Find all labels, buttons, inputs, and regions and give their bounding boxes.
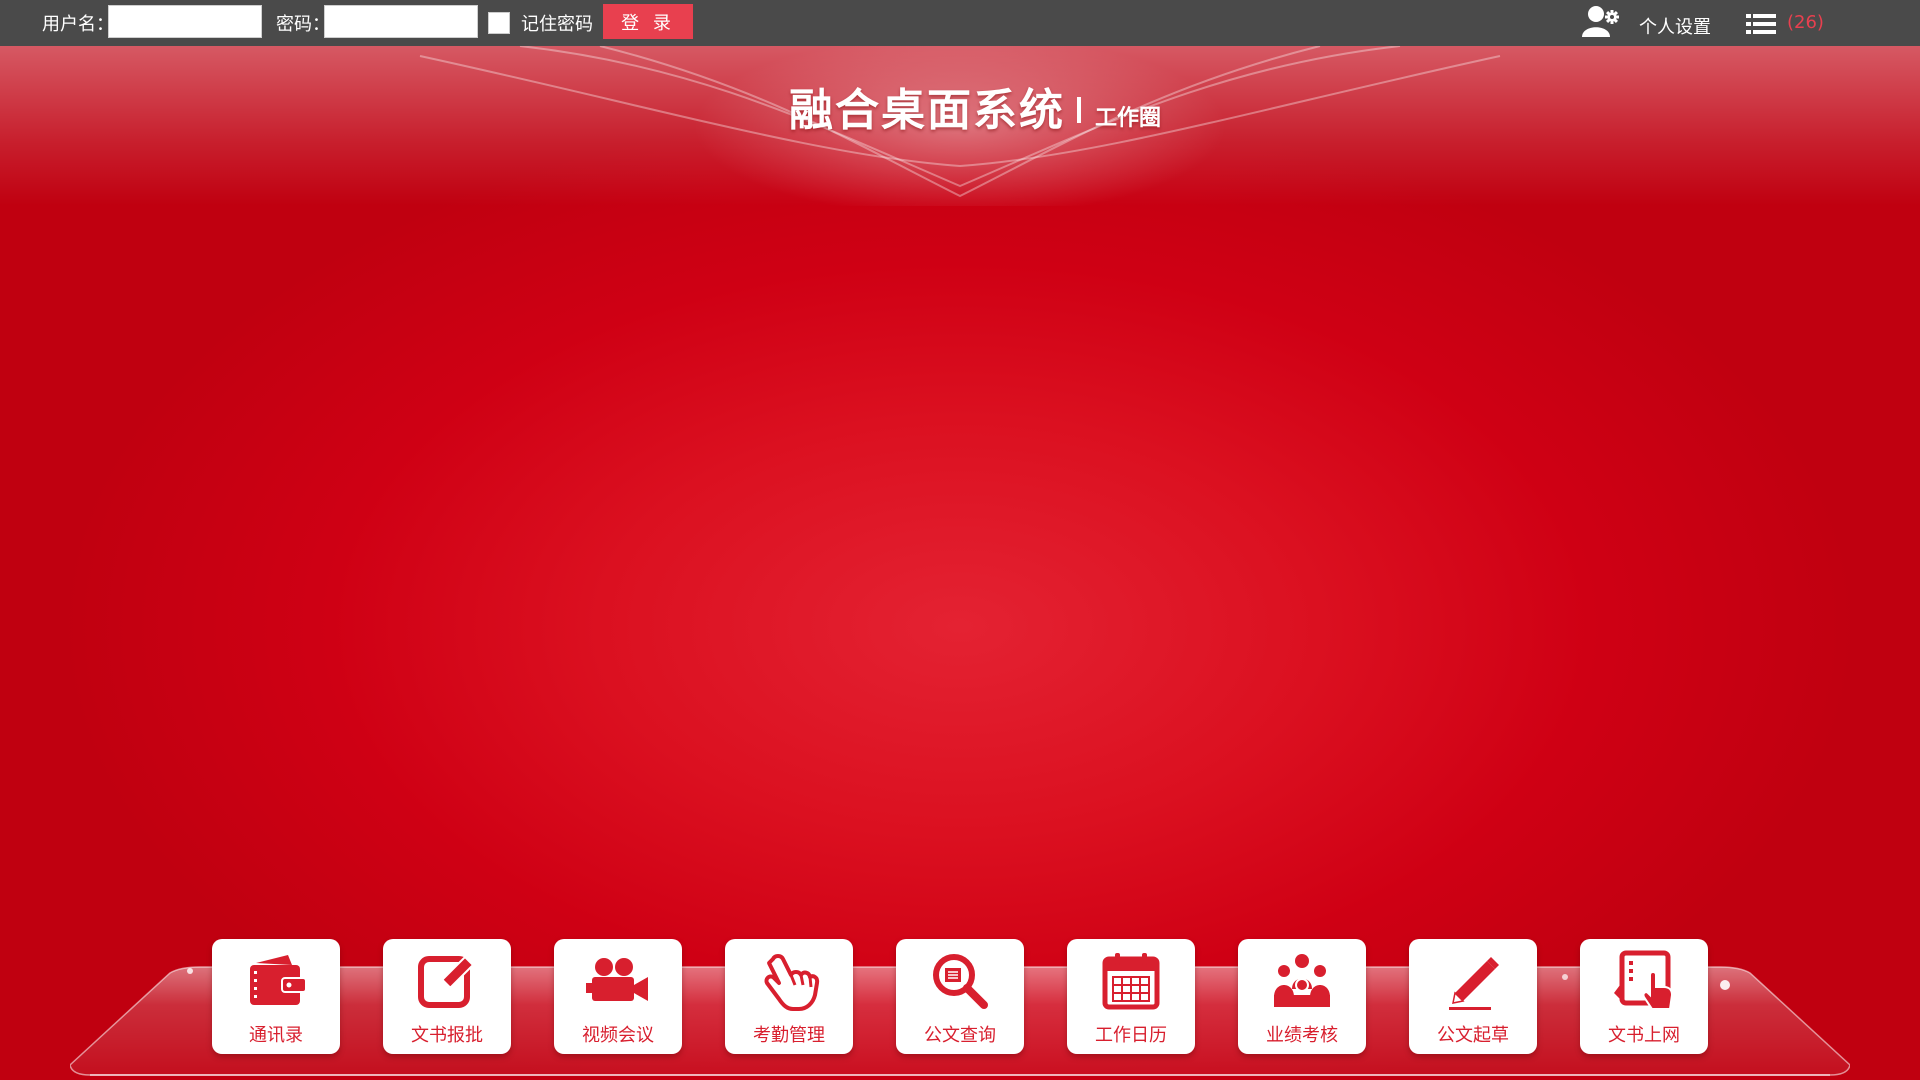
dock-item-video-conference[interactable]: 视频会议 (554, 939, 682, 1054)
remember-password-label: 记住密码 (521, 14, 593, 35)
password-input[interactable] (324, 5, 478, 38)
app-dock: 通讯录 文书报批 视频会议 考勤管理 公文查询 工作日历 业绩考核 公文起草 文… (212, 939, 1708, 1054)
dock-item-contacts[interactable]: 通讯录 (212, 939, 340, 1054)
dock-item-attendance[interactable]: 考勤管理 (725, 939, 853, 1054)
pencil-icon (1449, 957, 1499, 1010)
title-divider (1077, 97, 1081, 123)
login-button[interactable]: 登 录 (603, 4, 693, 39)
dock-item-label: 业绩考核 (1266, 1025, 1338, 1046)
username-input[interactable] (108, 5, 262, 38)
dock-item-document-online[interactable]: 文书上网 (1580, 939, 1708, 1054)
dock-item-performance-review[interactable]: 业绩考核 (1238, 939, 1366, 1054)
page-subtitle: 工作圈 (1095, 106, 1162, 131)
dock-item-label: 通讯录 (249, 1025, 303, 1046)
top-bar: 用户名： 密码： 记住密码 登 录 个人设置 (26) (0, 0, 1920, 46)
remember-password-checkbox[interactable] (488, 12, 510, 34)
calendar-icon (1102, 953, 1160, 1010)
dock-item-label: 公文起草 (1437, 1025, 1509, 1046)
dock-item-document-draft[interactable]: 公文起草 (1409, 939, 1537, 1054)
hand-pointer-icon (764, 954, 820, 1011)
dock-item-document-search[interactable]: 公文查询 (896, 939, 1024, 1054)
dock-item-label: 工作日历 (1095, 1025, 1167, 1046)
dock-item-work-calendar[interactable]: 工作日历 (1067, 939, 1195, 1054)
dock-item-label: 公文查询 (924, 1025, 996, 1046)
page-title: 融合桌面系统 (789, 85, 1065, 136)
dock-item-label: 文书报批 (411, 1025, 483, 1046)
dock-item-label: 考勤管理 (753, 1025, 825, 1046)
wallet-icon (250, 955, 307, 1005)
notification-count[interactable]: (26) (1787, 12, 1824, 33)
list-icon[interactable] (1746, 13, 1776, 35)
username-label: 用户名： (42, 14, 114, 35)
team-icon (1274, 954, 1330, 1008)
video-camera-icon (586, 958, 648, 1001)
system-title: 融合桌面系统 工作圈 (789, 74, 1161, 138)
dock-item-label: 文书上网 (1608, 1025, 1680, 1046)
personal-settings-link[interactable]: 个人设置 (1639, 13, 1711, 39)
edit-icon (418, 955, 475, 1008)
dock-item-document-approval[interactable]: 文书报批 (383, 939, 511, 1054)
dock-item-label: 视频会议 (582, 1025, 654, 1046)
user-settings-icon[interactable] (1581, 4, 1621, 38)
password-label: 密码： (276, 14, 330, 35)
search-document-icon (933, 954, 988, 1009)
tablet-touch-icon (1614, 950, 1674, 1010)
